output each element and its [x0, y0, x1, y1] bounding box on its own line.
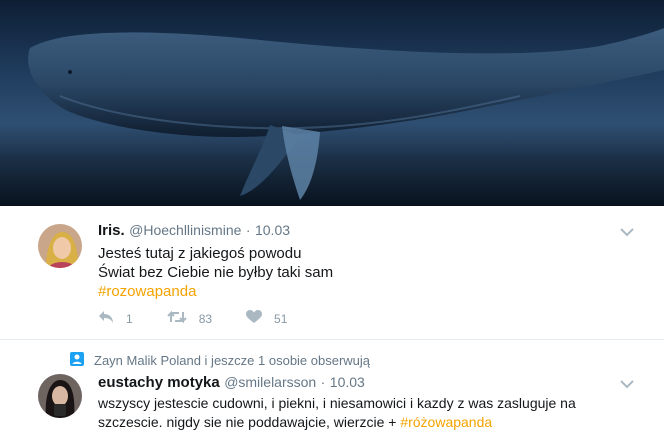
retweet-button[interactable]: 83 [166, 310, 213, 327]
avatar[interactable] [38, 374, 82, 418]
author-name[interactable]: eustachy motyka [98, 374, 220, 391]
reply-icon [98, 310, 126, 327]
tweet[interactable]: eustachy motyka @smilelarsson · 10.03 ws… [0, 340, 664, 442]
chevron-down-icon[interactable] [620, 376, 634, 394]
chevron-down-icon[interactable] [620, 224, 634, 242]
avatar[interactable] [38, 224, 82, 268]
tweet-text-line: Jesteś tutaj z jakiegoś powodu [98, 245, 302, 262]
separator: · [245, 222, 251, 238]
tweet-text-line: wszyscy jestescie cudowni, i piekni, i n… [98, 395, 576, 411]
tweet-text-line: Świat bez Ciebie nie byłby taki sam [98, 264, 334, 281]
tweet-date[interactable]: 10.03 [330, 374, 365, 390]
retweet-icon [166, 310, 199, 327]
like-count: 51 [274, 311, 288, 326]
reply-button[interactable]: 1 [98, 310, 133, 327]
author-name[interactable]: Iris. [98, 222, 125, 239]
tweet-date[interactable]: 10.03 [255, 222, 290, 238]
tweet-text-line: szczescie. nigdy sie nie poddawajcie, wi… [98, 414, 401, 430]
author-handle[interactable]: @Hoechllinismine [129, 222, 241, 238]
hero-image-whale [0, 0, 664, 206]
reply-count: 1 [126, 311, 133, 326]
retweet-count: 83 [198, 311, 213, 326]
hashtag-link[interactable]: #rozowapanda [98, 282, 333, 301]
like-button[interactable]: 51 [246, 310, 287, 327]
heart-icon [246, 310, 274, 327]
hashtag-link[interactable]: #różowapanda [400, 414, 492, 430]
tweet[interactable]: Iris. @Hoechllinismine · 10.03 Jesteś tu… [0, 206, 664, 340]
separator: · [320, 374, 326, 390]
author-handle[interactable]: @smilelarsson [224, 374, 316, 390]
